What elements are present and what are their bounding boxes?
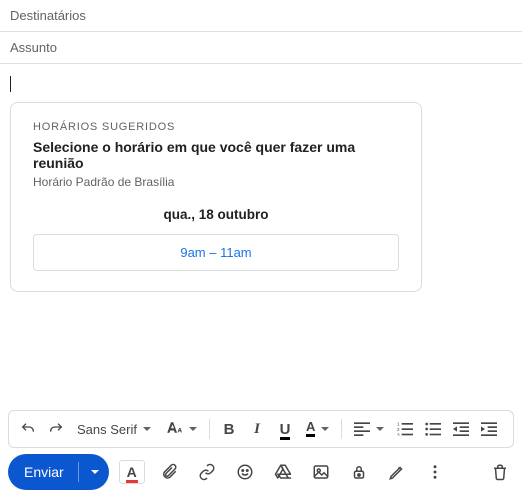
svg-text:1: 1 — [397, 422, 400, 427]
indent-more-button[interactable] — [476, 415, 502, 443]
font-family-dropdown[interactable]: Sans Serif — [71, 415, 157, 443]
text-color-icon: A — [127, 464, 137, 480]
subject-input[interactable] — [10, 40, 512, 55]
underline-glyph: U — [280, 421, 291, 438]
card-eyebrow: HORÁRIOS SUGERIDOS — [33, 121, 399, 133]
chevron-down-icon — [143, 427, 151, 431]
align-dropdown[interactable] — [348, 415, 390, 443]
suggested-times-card: HORÁRIOS SUGERIDOS Selecione o horário e… — [10, 102, 422, 292]
font-family-label: Sans Serif — [77, 422, 137, 437]
confidential-mode-button[interactable] — [345, 458, 373, 486]
separator — [341, 419, 342, 439]
card-date: qua., 18 outubro — [33, 207, 399, 222]
numbered-list-button[interactable]: 123 — [392, 415, 418, 443]
indent-less-button[interactable] — [448, 415, 474, 443]
text-format-button[interactable]: A — [119, 460, 145, 484]
svg-text:2: 2 — [397, 427, 400, 432]
chevron-down-icon — [91, 470, 99, 474]
bold-button[interactable]: B — [216, 415, 242, 443]
insert-image-button[interactable] — [307, 458, 335, 486]
send-toolbar: Enviar A — [8, 452, 514, 492]
recipients-input[interactable] — [10, 8, 512, 23]
insert-link-button[interactable] — [193, 458, 221, 486]
font-size-dropdown[interactable] — [159, 415, 203, 443]
bulleted-list-button[interactable] — [420, 415, 446, 443]
undo-button[interactable] — [15, 415, 41, 443]
chevron-down-icon — [376, 427, 384, 431]
chevron-down-icon — [189, 427, 197, 431]
text-cursor — [10, 74, 512, 92]
redo-button[interactable] — [43, 415, 69, 443]
underline-button[interactable]: U — [272, 415, 298, 443]
card-subtitle: Horário Padrão de Brasília — [33, 175, 399, 189]
attach-file-button[interactable] — [155, 458, 183, 486]
italic-button[interactable]: I — [244, 415, 270, 443]
subject-field-row[interactable] — [0, 32, 522, 64]
insert-drive-button[interactable] — [269, 458, 297, 486]
separator — [209, 419, 210, 439]
insert-signature-button[interactable] — [383, 458, 411, 486]
text-color-dropdown[interactable]: A — [300, 415, 335, 443]
formatting-toolbar: Sans Serif B I U A 123 — [8, 410, 514, 448]
discard-draft-button[interactable] — [486, 458, 514, 486]
more-options-button[interactable] — [421, 458, 449, 486]
compose-body[interactable]: HORÁRIOS SUGERIDOS Selecione o horário e… — [0, 64, 522, 292]
insert-emoji-button[interactable] — [231, 458, 259, 486]
text-color-glyph: A — [306, 421, 315, 437]
send-options-dropdown[interactable] — [79, 470, 109, 474]
chevron-down-icon — [321, 427, 329, 431]
send-button[interactable]: Enviar — [8, 454, 109, 490]
time-slot-button[interactable]: 9am – 11am — [33, 234, 399, 271]
send-label: Enviar — [8, 464, 78, 480]
svg-text:3: 3 — [397, 432, 400, 436]
recipients-field-row[interactable] — [0, 0, 522, 32]
card-title: Selecione o horário em que você quer faz… — [33, 139, 399, 171]
